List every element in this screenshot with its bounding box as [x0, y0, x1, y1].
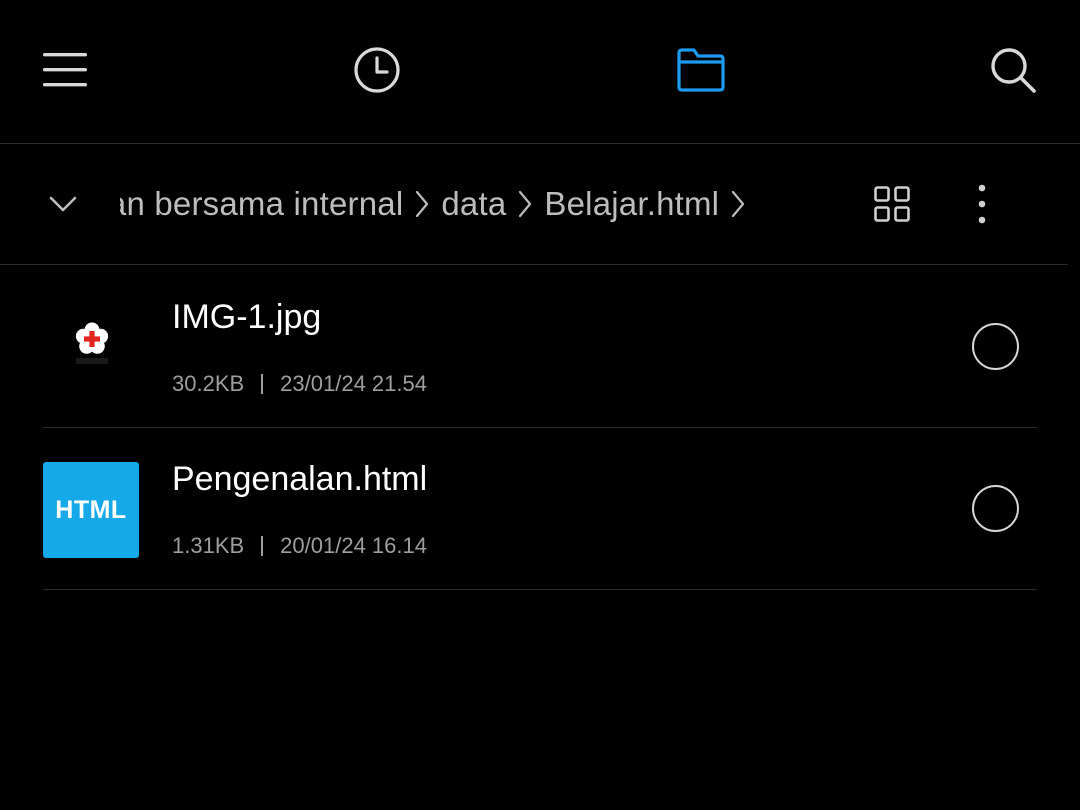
file-size: 1.31KB: [172, 533, 245, 558]
select-checkbox[interactable]: [972, 485, 1019, 532]
clock-icon[interactable]: [347, 40, 407, 100]
search-icon[interactable]: [983, 40, 1043, 100]
html-file-icon: HTML: [43, 462, 139, 558]
file-list: IMG-1.jpg 30.2KB 23/01/24 21.54 HTML Pen…: [0, 266, 1080, 590]
file-row[interactable]: IMG-1.jpg 30.2KB 23/01/24 21.54: [43, 266, 1037, 428]
file-date: 20/01/24 16.14: [280, 533, 427, 558]
breadcrumb-item-storage[interactable]: Penyimpanan bersama internal: [120, 185, 403, 223]
meta-divider: [261, 374, 264, 394]
grid-view-icon[interactable]: [862, 174, 922, 234]
chevron-right-icon: [725, 184, 751, 224]
path-bar: Penyimpanan bersama internal data Belaja…: [0, 144, 1068, 265]
file-name: Pengenalan.html: [172, 460, 428, 498]
file-date: 23/01/24 21.54: [280, 371, 427, 396]
breadcrumb-item-data[interactable]: data: [441, 185, 506, 223]
chevron-right-icon: [512, 184, 538, 224]
top-navigation-bar: [0, 0, 1080, 144]
chevron-right-icon: [409, 184, 435, 224]
file-meta: 1.31KB 20/01/24 16.14: [172, 533, 427, 559]
breadcrumb: Penyimpanan bersama internal data Belaja…: [120, 144, 842, 264]
image-thumbnail: [43, 300, 139, 396]
more-vertical-icon[interactable]: [952, 174, 1012, 234]
file-row[interactable]: HTML Pengenalan.html 1.31KB 20/01/24 16.…: [43, 428, 1037, 590]
breadcrumb-track: Penyimpanan bersama internal data Belaja…: [120, 184, 757, 224]
file-name: IMG-1.jpg: [172, 298, 322, 336]
breadcrumb-item-belajar[interactable]: Belajar.html: [544, 185, 719, 223]
html-thumb-label: HTML: [55, 495, 127, 524]
folder-icon[interactable]: [671, 40, 731, 100]
select-checkbox[interactable]: [972, 323, 1019, 370]
chevron-down-icon[interactable]: [38, 174, 88, 234]
flower-cross-logo-icon: [75, 322, 109, 364]
file-size: 30.2KB: [172, 371, 245, 396]
meta-divider: [261, 536, 264, 556]
hamburger-menu-icon[interactable]: [35, 40, 95, 100]
file-meta: 30.2KB 23/01/24 21.54: [172, 371, 427, 397]
